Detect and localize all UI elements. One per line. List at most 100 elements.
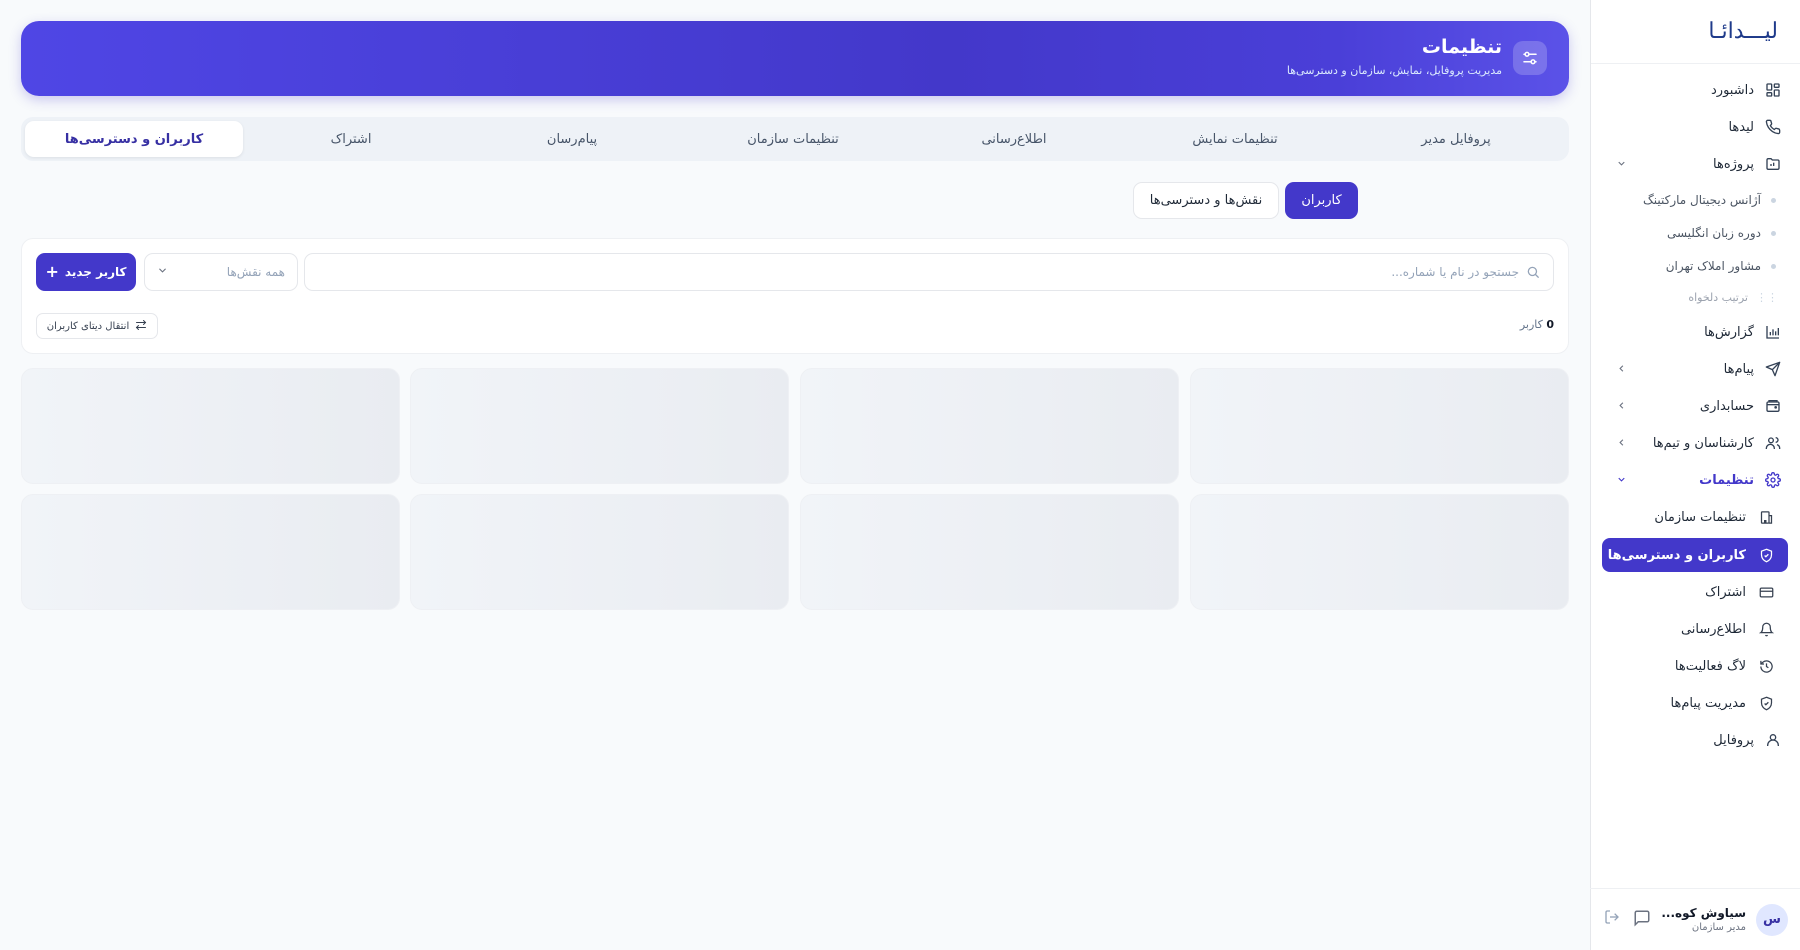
sidebar-item-label: پروفایل xyxy=(1713,732,1754,748)
user-info: سیاوش کوه... مدیر سازمان xyxy=(1661,906,1746,933)
chat-icon[interactable] xyxy=(1632,909,1652,931)
dashboard-icon xyxy=(1764,81,1782,99)
user-card-skeleton xyxy=(1190,368,1569,484)
user-card-skeleton xyxy=(410,494,789,610)
add-user-button[interactable]: کاربر جدید + xyxy=(36,253,136,291)
project-label: آژانس دیجیتال مارکتینگ xyxy=(1643,193,1761,207)
sidebar-item-accounting[interactable]: حسابداری xyxy=(1602,388,1790,424)
segment-roles-button[interactable]: نقش‌ها و دسترسی‌ها xyxy=(1133,182,1279,219)
sidebar-item-messages[interactable]: پیام‌ها xyxy=(1602,351,1790,387)
sidebar-item-settings[interactable]: تنظیمات xyxy=(1602,462,1790,498)
project-item[interactable]: دوره زبان انگلیسی xyxy=(1594,219,1784,247)
segment-users-button[interactable]: کاربران xyxy=(1285,182,1358,219)
chevron-down-icon xyxy=(1614,472,1628,486)
transfer-label: انتقال دیتای کاربران xyxy=(46,320,130,332)
tab-notifications[interactable]: اطلاع‌رسانی xyxy=(905,121,1123,157)
sliders-icon xyxy=(1513,41,1547,75)
send-icon xyxy=(1764,360,1782,378)
search-box xyxy=(304,253,1554,291)
logout-icon[interactable] xyxy=(1604,909,1620,931)
tab-display-settings[interactable]: تنظیمات نمایش xyxy=(1126,121,1344,157)
user-name: سیاوش کوه... xyxy=(1661,906,1746,920)
sidebar-sub-subscription[interactable]: اشتراک xyxy=(1602,575,1788,609)
page-header-banner: تنظیمات مدیریت پروفایل، نمایش، سازمان و … xyxy=(21,21,1569,96)
sidebar-sub-users-access[interactable]: کاربران و دسترسی‌ها xyxy=(1602,538,1788,572)
wallet-icon xyxy=(1764,397,1782,415)
tab-admin-profile[interactable]: پروفایل مدیر xyxy=(1347,121,1565,157)
avatar[interactable]: س xyxy=(1756,903,1788,936)
users-icon xyxy=(1764,434,1782,452)
user-actions xyxy=(1604,909,1652,931)
chevron-left-icon xyxy=(1614,361,1628,375)
main-content: تنظیمات مدیریت پروفایل، نمایش، سازمان و … xyxy=(0,0,1589,950)
history-icon xyxy=(1758,658,1774,674)
user-icon xyxy=(1764,731,1782,749)
sidebar-sub-label: مدیریت پیام‌ها xyxy=(1670,695,1746,711)
sidebar-sub-activity-log[interactable]: لاگ فعالیت‌ها xyxy=(1602,649,1788,683)
user-count-label: کاربر xyxy=(1519,318,1543,331)
page-subtitle: مدیریت پروفایل، نمایش، سازمان و دسترسی‌ه… xyxy=(1286,64,1502,77)
phone-icon xyxy=(1764,118,1782,136)
project-label: مشاور املاک تهران xyxy=(1665,259,1761,273)
add-user-label: کاربر جدید xyxy=(64,265,127,279)
shield-check-icon xyxy=(1758,695,1774,711)
role-filter-value: همه نقش‌ها xyxy=(226,265,285,279)
user-profile-area: س سیاوش کوه... مدیر سازمان xyxy=(1590,888,1800,950)
sidebar-item-leads[interactable]: لیدها xyxy=(1602,109,1790,145)
tab-messenger[interactable]: پیام‌رسان xyxy=(463,121,681,157)
sidebar-sub-notifications[interactable]: اطلاع‌رسانی xyxy=(1602,612,1788,646)
user-card-skeleton xyxy=(21,494,400,610)
page-title: تنظیمات xyxy=(1421,36,1502,58)
chevron-down-icon xyxy=(157,265,168,279)
user-count-number: 0 xyxy=(1546,318,1554,331)
sidebar-item-dashboard[interactable]: داشبورد xyxy=(1602,72,1790,108)
user-count: 0 کاربر xyxy=(1520,318,1554,331)
transfer-users-data-button[interactable]: انتقال دیتای کاربران xyxy=(36,313,158,339)
sidebar-sub-organization-settings[interactable]: تنظیمات سازمان xyxy=(1602,500,1788,534)
user-card-skeleton xyxy=(21,368,400,484)
user-card-skeleton xyxy=(410,368,789,484)
tab-organization-settings[interactable]: تنظیمات سازمان xyxy=(684,121,902,157)
project-label: دوره زبان انگلیسی xyxy=(1666,226,1761,240)
bullet-dot xyxy=(1771,197,1776,203)
search-input[interactable] xyxy=(305,265,1519,279)
users-toolbar-panel: همه نقش‌ها کاربر جدید + 0 کاربر انتقال د… xyxy=(21,238,1569,354)
logo-area: لیـــدائـا xyxy=(1591,0,1800,64)
shield-icon xyxy=(1758,547,1774,563)
user-card-skeleton xyxy=(800,494,1179,610)
sidebar-item-label: لیدها xyxy=(1728,119,1754,135)
sidebar-sub-label: لاگ فعالیت‌ها xyxy=(1674,658,1746,674)
drag-handle-icon: ⋮⋮ xyxy=(1756,290,1778,304)
chevron-down-icon xyxy=(1614,156,1628,170)
sidebar-item-label: داشبورد xyxy=(1711,82,1754,98)
bell-icon xyxy=(1758,621,1774,637)
custom-order-toggle[interactable]: ⋮⋮ ترتیب دلخواه xyxy=(1594,283,1784,311)
brand-logo[interactable]: لیـــدائـا xyxy=(1708,19,1778,44)
bullet-dot xyxy=(1771,263,1776,269)
role-filter-select[interactable]: همه نقش‌ها xyxy=(144,253,298,291)
settings-tabs: پروفایل مدیر تنظیمات نمایش اطلاع‌رسانی ت… xyxy=(21,117,1569,161)
search-icon xyxy=(1525,264,1541,280)
projects-icon xyxy=(1764,155,1782,173)
sidebar-sub-label: اطلاع‌رسانی xyxy=(1680,621,1746,637)
project-item[interactable]: آژانس دیجیتال مارکتینگ xyxy=(1594,186,1784,214)
chart-icon xyxy=(1764,323,1782,341)
sidebar-item-label: گزارش‌ها xyxy=(1704,324,1754,340)
sidebar-item-reports[interactable]: گزارش‌ها xyxy=(1602,314,1790,350)
user-role: مدیر سازمان xyxy=(1691,922,1746,933)
project-item[interactable]: مشاور املاک تهران xyxy=(1594,252,1784,280)
sidebar-item-projects[interactable]: پروژه‌ها xyxy=(1602,146,1790,182)
custom-order-label: ترتیب دلخواه xyxy=(1688,290,1748,304)
tab-subscription[interactable]: اشتراک xyxy=(242,121,460,157)
sidebar-item-experts-teams[interactable]: کارشناسان و تیم‌ها xyxy=(1602,425,1790,461)
card-icon xyxy=(1758,584,1774,600)
sidebar-item-profile[interactable]: پروفایل xyxy=(1602,722,1790,758)
user-card-skeleton xyxy=(1190,494,1569,610)
building-icon xyxy=(1758,509,1774,525)
sidebar-sub-message-management[interactable]: مدیریت پیام‌ها xyxy=(1602,686,1788,720)
tab-users-access[interactable]: کاربران و دسترسی‌ها xyxy=(25,121,243,157)
gear-icon xyxy=(1764,471,1782,489)
bullet-dot xyxy=(1771,230,1776,236)
sidebar: لیـــدائـا داشبورد لیدها پروژه‌ها xyxy=(1590,0,1800,950)
swap-icon xyxy=(135,319,147,334)
